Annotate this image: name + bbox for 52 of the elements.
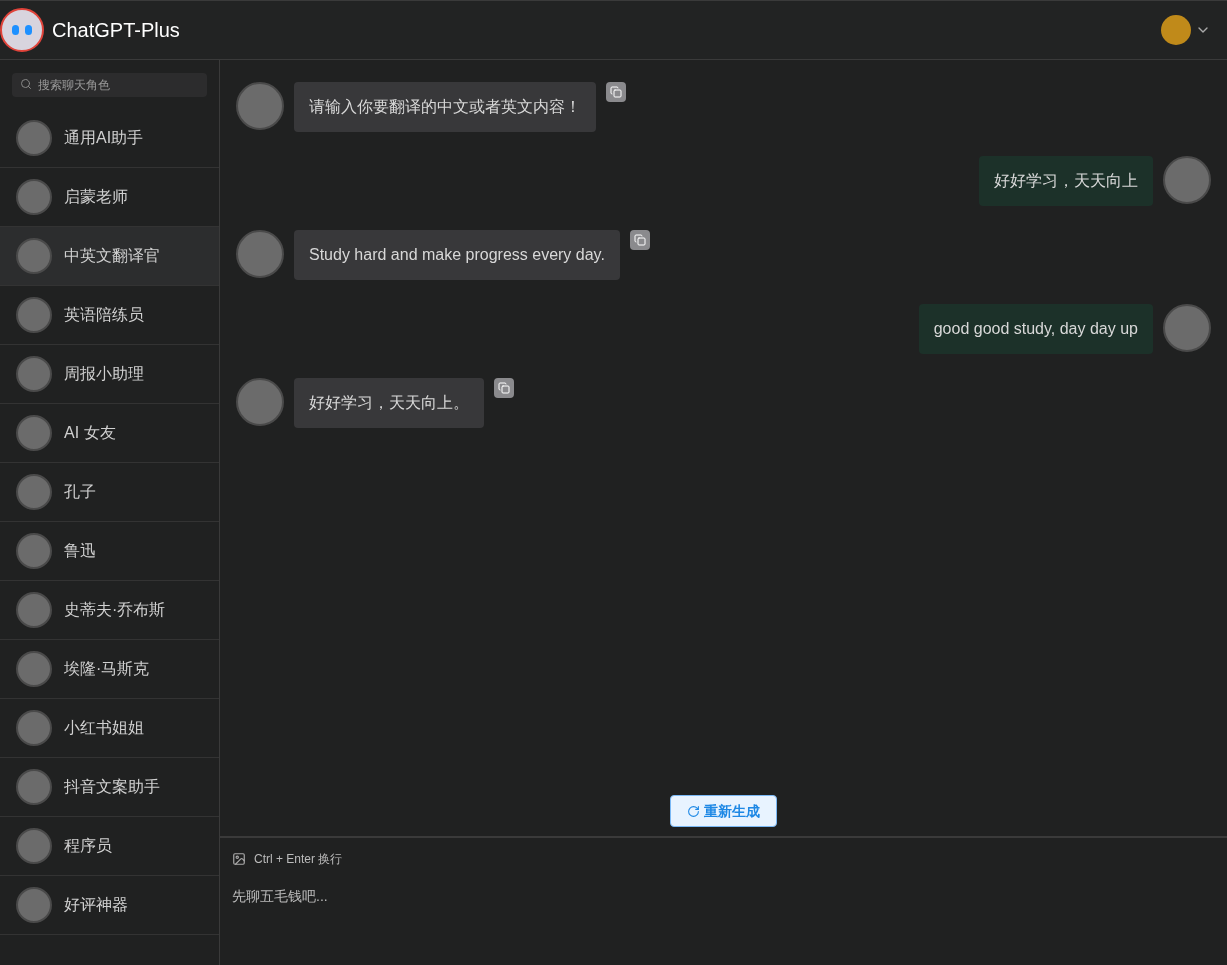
role-avatar [16, 297, 52, 333]
app-title: ChatGPT-Plus [52, 18, 180, 43]
user-message: good good study, day day up [918, 304, 1153, 354]
chat-role-item[interactable]: AI 女友 [0, 404, 219, 463]
role-avatar [16, 828, 52, 864]
role-avatar [16, 179, 52, 215]
chat-role-item[interactable]: 英语陪练员 [0, 286, 219, 345]
user-avatar [1163, 304, 1211, 352]
user-message: 好好学习，天天向上 [979, 156, 1153, 206]
chat-role-item[interactable]: 好评神器 [0, 876, 219, 935]
assistant-avatar [236, 230, 284, 278]
user-avatar [1161, 15, 1191, 45]
search-icon [20, 78, 32, 90]
chat-role-item[interactable]: 史蒂夫·乔布斯 [0, 581, 219, 640]
chat-role-item[interactable]: 周报小助理 [0, 345, 219, 404]
role-avatar [16, 887, 52, 923]
role-avatar [16, 474, 52, 510]
user-avatar [1163, 156, 1211, 204]
chat-role-item[interactable]: 通用AI助手 [0, 109, 219, 168]
shortcut-hint: Ctrl + Enter 换行 [254, 851, 343, 868]
refresh-icon [687, 804, 700, 818]
role-avatar [16, 415, 52, 451]
chat-role-item[interactable]: 小红书姐姐 [0, 699, 219, 758]
chat-role-item[interactable]: 中英文翻译官 [0, 227, 219, 286]
role-avatar [16, 592, 52, 628]
assistant-message: 好好学习，天天向上。 [294, 378, 484, 428]
role-avatar [16, 533, 52, 569]
role-avatar [16, 238, 52, 274]
copy-icon [610, 86, 622, 98]
chat-role-item[interactable]: 埃隆·马斯克 [0, 640, 219, 699]
copy-icon [633, 234, 646, 246]
assistant-message: 请输入你要翻译的中文或者英文内容！ [294, 82, 596, 132]
role-avatar [16, 710, 52, 746]
role-avatar [16, 651, 52, 687]
copy-icon [498, 382, 510, 394]
copy-button[interactable] [494, 378, 514, 398]
robot-logo-icon [0, 8, 44, 52]
chat-role-item[interactable]: 程序员 [0, 817, 219, 876]
role-avatar [16, 120, 52, 156]
assistant-message: Study hard and make progress every day. [294, 230, 620, 280]
chat-role-item[interactable]: 鲁迅 [0, 522, 219, 581]
role-avatar [16, 356, 52, 392]
role-avatar [16, 769, 52, 805]
chat-role-item[interactable]: 孔子 [0, 463, 219, 522]
assistant-avatar [236, 82, 284, 130]
search-field[interactable]: 搜索聊天角色 [12, 73, 207, 97]
chat-role-item[interactable]: 抖音文案助手 [0, 758, 219, 817]
image-icon[interactable] [232, 852, 246, 866]
copy-button[interactable] [629, 230, 650, 250]
copy-button[interactable] [606, 82, 626, 102]
message-input[interactable]: 先聊五毛钱吧... [232, 886, 1215, 946]
assistant-avatar [236, 378, 284, 426]
